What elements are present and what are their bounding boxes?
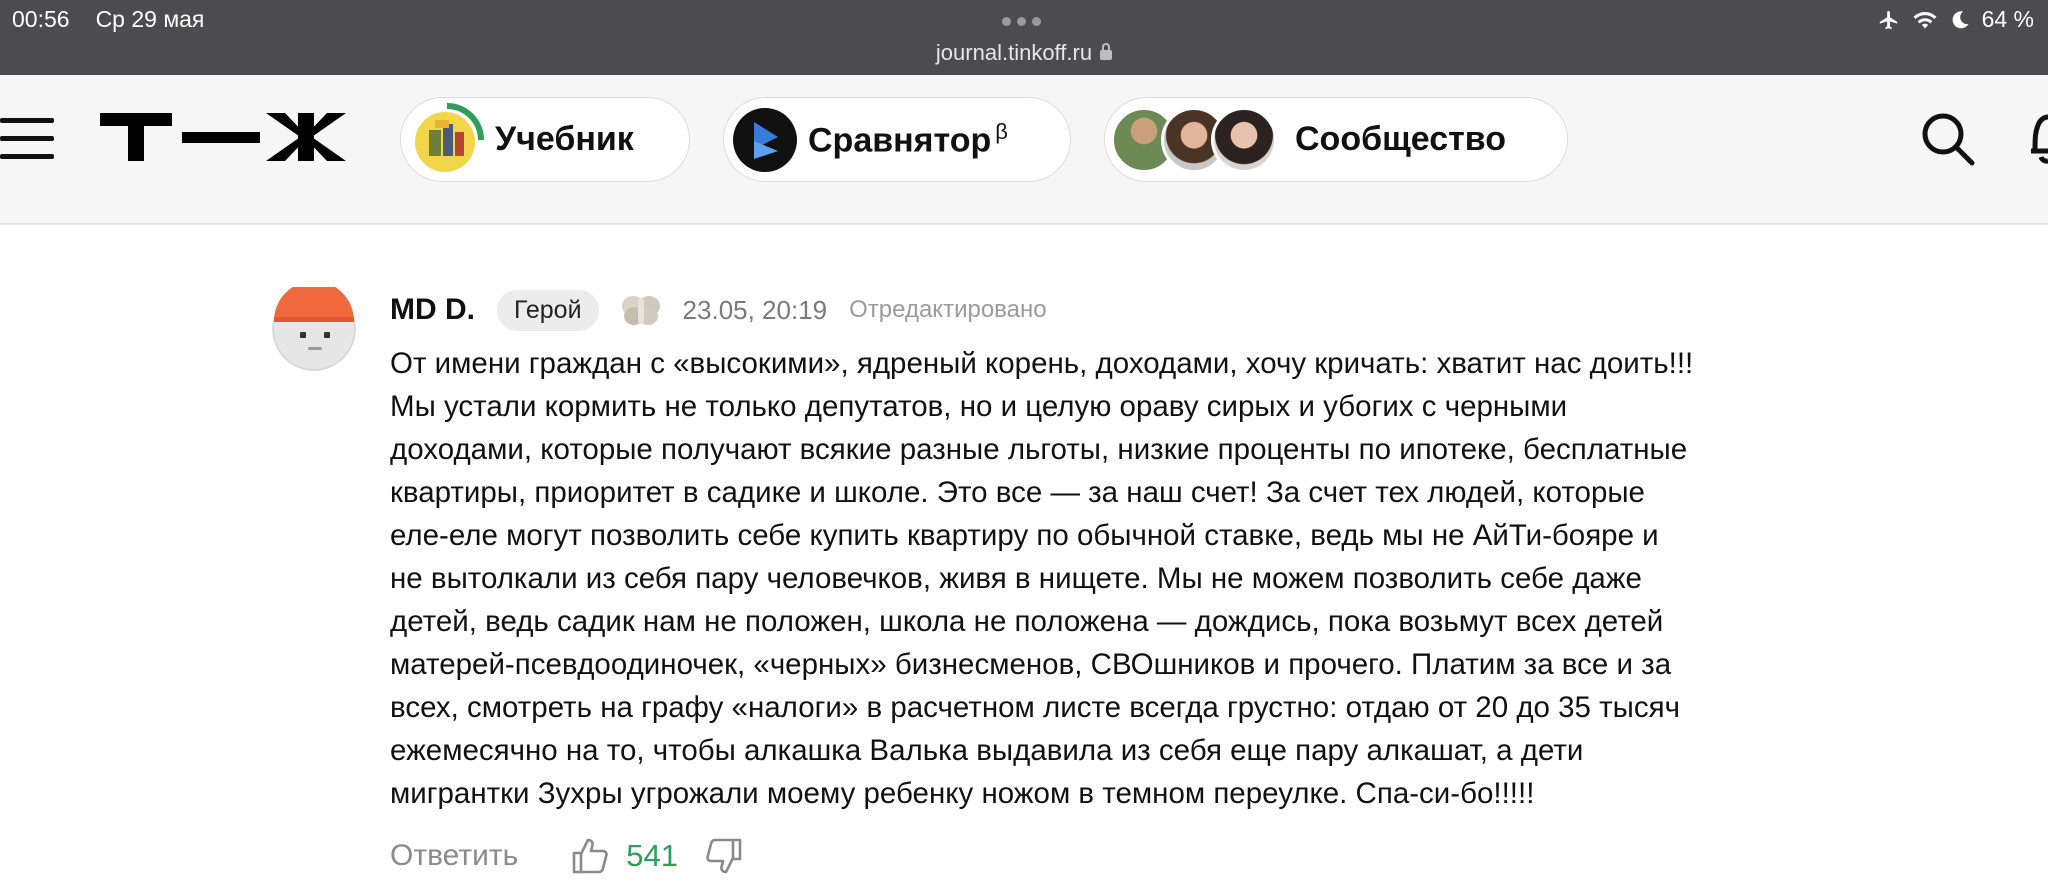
comment-header: MD D. Герой 23.05, 20:19 Отредактировано [390, 289, 1047, 331]
nav-community-label: Сообщество [1295, 120, 1507, 158]
nav-compare[interactable]: Сравнятор β [723, 97, 1071, 182]
logo[interactable] [100, 111, 356, 170]
comment-date[interactable]: 23.05, 20:19 [683, 295, 828, 326]
nav-textbook-label: Учебник [495, 120, 634, 158]
status-right: 64 % [1878, 6, 2034, 33]
compare-icon [733, 107, 797, 172]
nav-textbook[interactable]: Учебник [400, 97, 690, 182]
edited-label: Отредактировано [849, 296, 1047, 323]
airplane-icon [1879, 10, 1897, 29]
status-time: 00:56 [12, 6, 70, 32]
status-left: 00:56 Ср 29 мая [12, 6, 204, 33]
achievement-icon[interactable] [621, 294, 661, 326]
moon-icon [1952, 10, 1969, 28]
like-count: 541 [626, 838, 678, 873]
wifi-icon [1913, 11, 1937, 28]
browser-status-bar: 00:56 Ср 29 мая journal.tinkoff.ru 64 % [0, 0, 2048, 75]
beta-mark: β [995, 118, 1008, 144]
status-badge[interactable]: Герой [497, 289, 599, 331]
url-text: journal.tinkoff.ru [935, 40, 1093, 65]
site-header: Учебник Сравнятор β Сообщество [0, 75, 2048, 225]
reply-button[interactable]: Ответить [390, 839, 518, 873]
nav-compare-label: Сравнятор β [808, 119, 1008, 160]
user-avatar[interactable] [272, 287, 356, 371]
tzh-logo-icon [100, 113, 346, 161]
comment-actions: Ответить 541 [390, 834, 744, 878]
bell-icon[interactable] [2005, 109, 2048, 167]
address-bar[interactable]: journal.tinkoff.ru [0, 40, 2048, 66]
comment-text: От имени граждан с «высокими», ядреный к… [390, 347, 1694, 810]
thumbs-up-icon[interactable] [570, 836, 610, 876]
search-icon[interactable] [1920, 111, 1976, 167]
lock-icon [1100, 43, 1113, 60]
textbook-icon [415, 102, 484, 172]
menu-icon[interactable] [0, 118, 54, 160]
member-avatar [1211, 106, 1277, 173]
community-avatars [1111, 106, 1277, 173]
author-name[interactable]: MD D. [390, 293, 475, 327]
status-date: Ср 29 мая [95, 6, 205, 32]
thumbs-down-icon[interactable] [704, 836, 744, 876]
nav-compare-text: Сравнятор [808, 121, 992, 160]
battery-level: 64 % [1981, 6, 2034, 32]
nav-community[interactable]: Сообщество [1104, 97, 1568, 182]
tab-dots-icon[interactable] [1002, 17, 1041, 26]
